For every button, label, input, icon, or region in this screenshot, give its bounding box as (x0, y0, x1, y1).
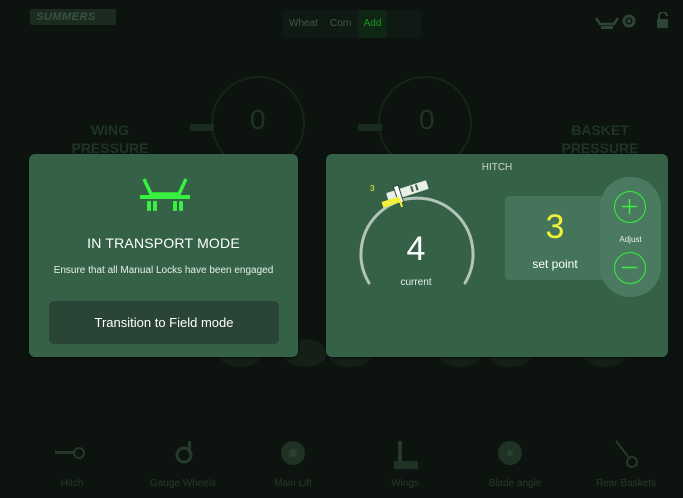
setpoint-display: 3 set point (505, 196, 605, 280)
setpoint-label: set point (532, 257, 578, 271)
nav-wings[interactable]: Wings (360, 478, 450, 489)
transport-mode-panel: IN TRANSPORT MODE Ensure that all Manual… (29, 154, 298, 357)
gear-icon[interactable] (620, 12, 638, 30)
setpoint-value: 3 (545, 208, 565, 246)
minus-icon (622, 266, 637, 269)
brand-logo: SUMMERS (30, 9, 116, 25)
hitch-nav-icon (55, 447, 85, 459)
wing-pressure-label: WING PRESSURE (71, 122, 149, 156)
tab-corn[interactable]: Corn (324, 10, 358, 38)
wing-gauge-value: 0 (250, 104, 266, 135)
wings-nav-icon (394, 441, 418, 469)
transport-hitch-icon (140, 178, 190, 211)
decrease-setpoint-button[interactable] (614, 252, 646, 284)
basket-gauge-value: 0 (419, 104, 435, 135)
plus-icon (622, 199, 637, 214)
main-lift-nav-icon (281, 441, 305, 465)
current-label: current (400, 277, 432, 288)
nav-main-lift[interactable]: Main Lift (248, 478, 338, 489)
nav-hitch[interactable]: Hitch (27, 478, 117, 489)
basket-pressure-label: BASKET PRESSURE (561, 122, 639, 156)
manual-locks-message: Ensure that all Manual Locks have been e… (53, 265, 274, 276)
hitch-panel: HITCH 3 4 current 3 set point Adjust (326, 154, 668, 357)
setpoint-marker-label: 3 (370, 184, 375, 193)
basket-decrease-icon (358, 124, 382, 131)
hitch-title: HITCH (481, 162, 513, 173)
wing-decrease-icon (190, 124, 214, 131)
crop-tabs: Wheat Corn Add (283, 10, 421, 38)
transition-to-field-button[interactable]: Transition to Field mode (49, 301, 279, 344)
transport-mode-title: IN TRANSPORT MODE (87, 235, 240, 251)
adjust-control: Adjust (600, 177, 661, 297)
tab-wheat[interactable]: Wheat (283, 10, 324, 38)
current-value: 4 (406, 230, 426, 268)
nav-rear-baskets[interactable]: Rear Baskets (581, 478, 671, 489)
bottom-nav: Hitch Gauge Wheels Main Lift Wings Blade… (0, 425, 683, 498)
increase-setpoint-button[interactable] (614, 191, 646, 223)
blade-angle-nav-icon (498, 441, 522, 465)
hitch-transport-icon[interactable] (592, 12, 622, 34)
tab-add[interactable]: Add (357, 10, 388, 38)
adjust-label: Adjust (619, 235, 642, 244)
rear-baskets-nav-icon (615, 440, 638, 468)
gauge-wheels-nav-icon (175, 441, 193, 464)
lock-icon[interactable] (655, 12, 671, 30)
hitch-position-marker (381, 180, 429, 208)
nav-gauge-wheels[interactable]: Gauge Wheels (138, 478, 228, 489)
nav-blade-angle[interactable]: Blade angle (470, 478, 560, 489)
top-bar: SUMMERS Wheat Corn Add (0, 0, 683, 44)
